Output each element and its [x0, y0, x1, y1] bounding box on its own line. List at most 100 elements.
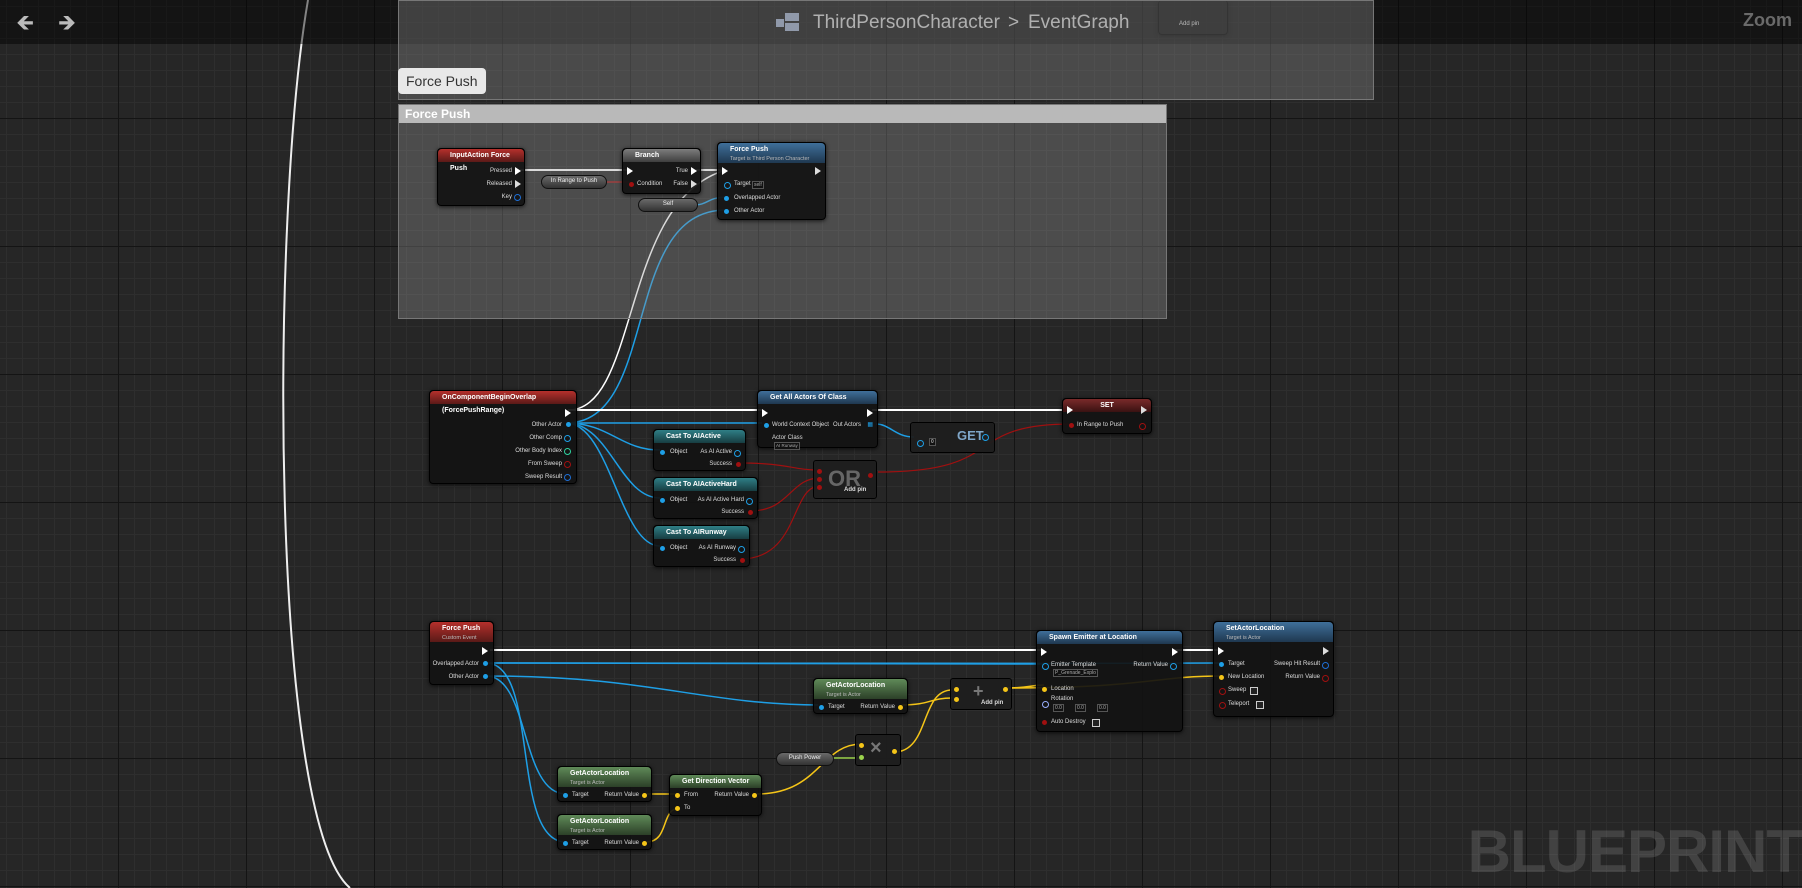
- get-actor-location-node[interactable]: GetActorLocation Target is Actor Target R…: [557, 766, 652, 802]
- bool-pin[interactable]: [1139, 423, 1146, 430]
- in-range-getter[interactable]: In Range to Push: [541, 175, 607, 189]
- exec-pin[interactable]: [1172, 648, 1178, 656]
- bool-pin[interactable]: [817, 469, 822, 474]
- exec-pin[interactable]: [1041, 648, 1047, 656]
- bool-pin[interactable]: [868, 473, 873, 478]
- rotation-x-field[interactable]: 0.0: [1053, 704, 1064, 712]
- get-actor-location-node[interactable]: GetActorLocation Target is Actor Target R…: [557, 814, 652, 850]
- vector-pin[interactable]: [859, 743, 864, 748]
- bool-pin[interactable]: [1219, 688, 1226, 695]
- vector-pin[interactable]: [892, 749, 897, 754]
- add-vector-node[interactable]: + Add pin: [950, 678, 1012, 710]
- struct-pin[interactable]: [514, 194, 521, 201]
- exec-pin[interactable]: [691, 180, 697, 188]
- vector-pin[interactable]: [954, 697, 959, 702]
- vector-pin[interactable]: [675, 806, 680, 811]
- custom-event-node[interactable]: Force Push Custom Event Overlapped Actor …: [429, 621, 494, 685]
- cast-ai-runway-node[interactable]: Cast To AIRunway Object As AI Runway Suc…: [653, 525, 750, 567]
- array-pin[interactable]: [917, 440, 924, 447]
- object-pin[interactable]: [724, 209, 729, 214]
- bool-pin[interactable]: [629, 182, 634, 187]
- bool-pin[interactable]: [1069, 423, 1074, 428]
- set-node[interactable]: SET In Range to Push: [1062, 398, 1152, 434]
- input-action-node[interactable]: InputAction Force Push Pressed Released …: [437, 148, 525, 206]
- exec-pin[interactable]: [565, 409, 571, 417]
- or-node[interactable]: OR Add pin: [813, 460, 877, 499]
- vector-pin[interactable]: [954, 687, 959, 692]
- get-array-node[interactable]: GET 0: [910, 422, 995, 453]
- struct-pin[interactable]: [564, 474, 571, 481]
- int-pin[interactable]: [564, 448, 571, 455]
- array-pin[interactable]: ▦: [867, 421, 873, 429]
- push-power-getter[interactable]: Push Power: [776, 752, 834, 766]
- object-pin[interactable]: [819, 705, 824, 710]
- add-pin-label[interactable]: Add pin: [981, 699, 1003, 707]
- bool-pin[interactable]: [817, 485, 822, 490]
- exec-pin[interactable]: [1141, 406, 1147, 414]
- object-pin[interactable]: [982, 434, 989, 441]
- exec-pin[interactable]: [482, 647, 488, 655]
- actor-class-value[interactable]: AI Runway: [774, 442, 800, 450]
- bool-pin[interactable]: [748, 510, 753, 515]
- object-pin[interactable]: [566, 422, 571, 427]
- object-pin[interactable]: [1219, 662, 1224, 667]
- object-pin[interactable]: [564, 435, 571, 442]
- exec-pin[interactable]: [627, 167, 633, 175]
- object-pin[interactable]: [724, 182, 731, 189]
- add-pin-label[interactable]: Add pin: [844, 486, 866, 494]
- bool-pin[interactable]: [817, 477, 822, 482]
- teleport-checkbox[interactable]: [1256, 701, 1264, 709]
- set-actor-location-node[interactable]: SetActorLocation Target is Actor Target S…: [1213, 621, 1334, 717]
- comment-bubble[interactable]: Force Push: [398, 68, 486, 94]
- exec-pin[interactable]: [762, 409, 768, 417]
- object-pin[interactable]: [764, 423, 769, 428]
- arrow-left-icon[interactable]: 🡸: [12, 10, 38, 36]
- object-pin[interactable]: [660, 546, 665, 551]
- float-pin[interactable]: [859, 755, 864, 760]
- bool-pin[interactable]: [1042, 720, 1047, 725]
- target-default-field[interactable]: self: [752, 181, 764, 189]
- cast-ai-active-hard-node[interactable]: Cast To AIActiveHard Object As AI Active…: [653, 477, 758, 519]
- overlap-event-node[interactable]: OnComponentBeginOverlap (ForcePushRange)…: [429, 390, 577, 484]
- cast-ai-active-node[interactable]: Cast To AIActive Object As AI Active Suc…: [653, 429, 746, 471]
- object-pin[interactable]: [483, 674, 488, 679]
- rotation-y-field[interactable]: 0.0: [1075, 704, 1086, 712]
- vector-pin[interactable]: [1042, 687, 1047, 692]
- object-pin[interactable]: [563, 841, 568, 846]
- object-pin[interactable]: [660, 498, 665, 503]
- get-all-actors-node[interactable]: Get All Actors Of Class World Context Ob…: [757, 390, 878, 450]
- vector-pin[interactable]: [642, 841, 647, 846]
- vector-pin[interactable]: [1219, 675, 1224, 680]
- bool-pin[interactable]: [736, 462, 741, 467]
- bool-pin[interactable]: [1219, 702, 1226, 709]
- get-direction-vector-node[interactable]: Get Direction Vector From Return Value T…: [669, 774, 762, 816]
- exec-pin[interactable]: [691, 167, 697, 175]
- arrow-right-icon[interactable]: 🡺: [54, 10, 80, 36]
- emitter-template-value[interactable]: P_Grenade_Explo: [1053, 669, 1098, 677]
- exec-pin[interactable]: [815, 167, 821, 175]
- branch-node[interactable]: Branch True Condition False: [622, 148, 701, 194]
- bool-pin[interactable]: [564, 461, 571, 468]
- vector-pin[interactable]: [675, 793, 680, 798]
- exec-pin[interactable]: [722, 167, 728, 175]
- object-pin[interactable]: [483, 661, 488, 666]
- exec-pin[interactable]: [515, 167, 521, 175]
- object-pin[interactable]: [724, 196, 729, 201]
- rotator-pin[interactable]: [1042, 701, 1049, 708]
- vector-pin[interactable]: [642, 793, 647, 798]
- exec-pin[interactable]: [1067, 406, 1073, 414]
- bool-pin[interactable]: [740, 558, 745, 563]
- force-push-call-node[interactable]: Force Push Target is Third Person Charact…: [717, 142, 826, 220]
- object-pin[interactable]: [563, 793, 568, 798]
- multiply-node[interactable]: ×: [855, 734, 901, 766]
- object-pin[interactable]: [746, 498, 753, 505]
- sweep-checkbox[interactable]: [1250, 687, 1258, 695]
- rotation-z-field[interactable]: 0.0: [1097, 704, 1108, 712]
- object-pin[interactable]: [734, 450, 741, 457]
- self-node[interactable]: Self: [638, 198, 698, 212]
- object-pin[interactable]: [1042, 663, 1049, 670]
- object-pin[interactable]: [1170, 663, 1177, 670]
- exec-pin[interactable]: [515, 180, 521, 188]
- struct-pin[interactable]: [1322, 662, 1329, 669]
- bool-pin[interactable]: [1322, 675, 1329, 682]
